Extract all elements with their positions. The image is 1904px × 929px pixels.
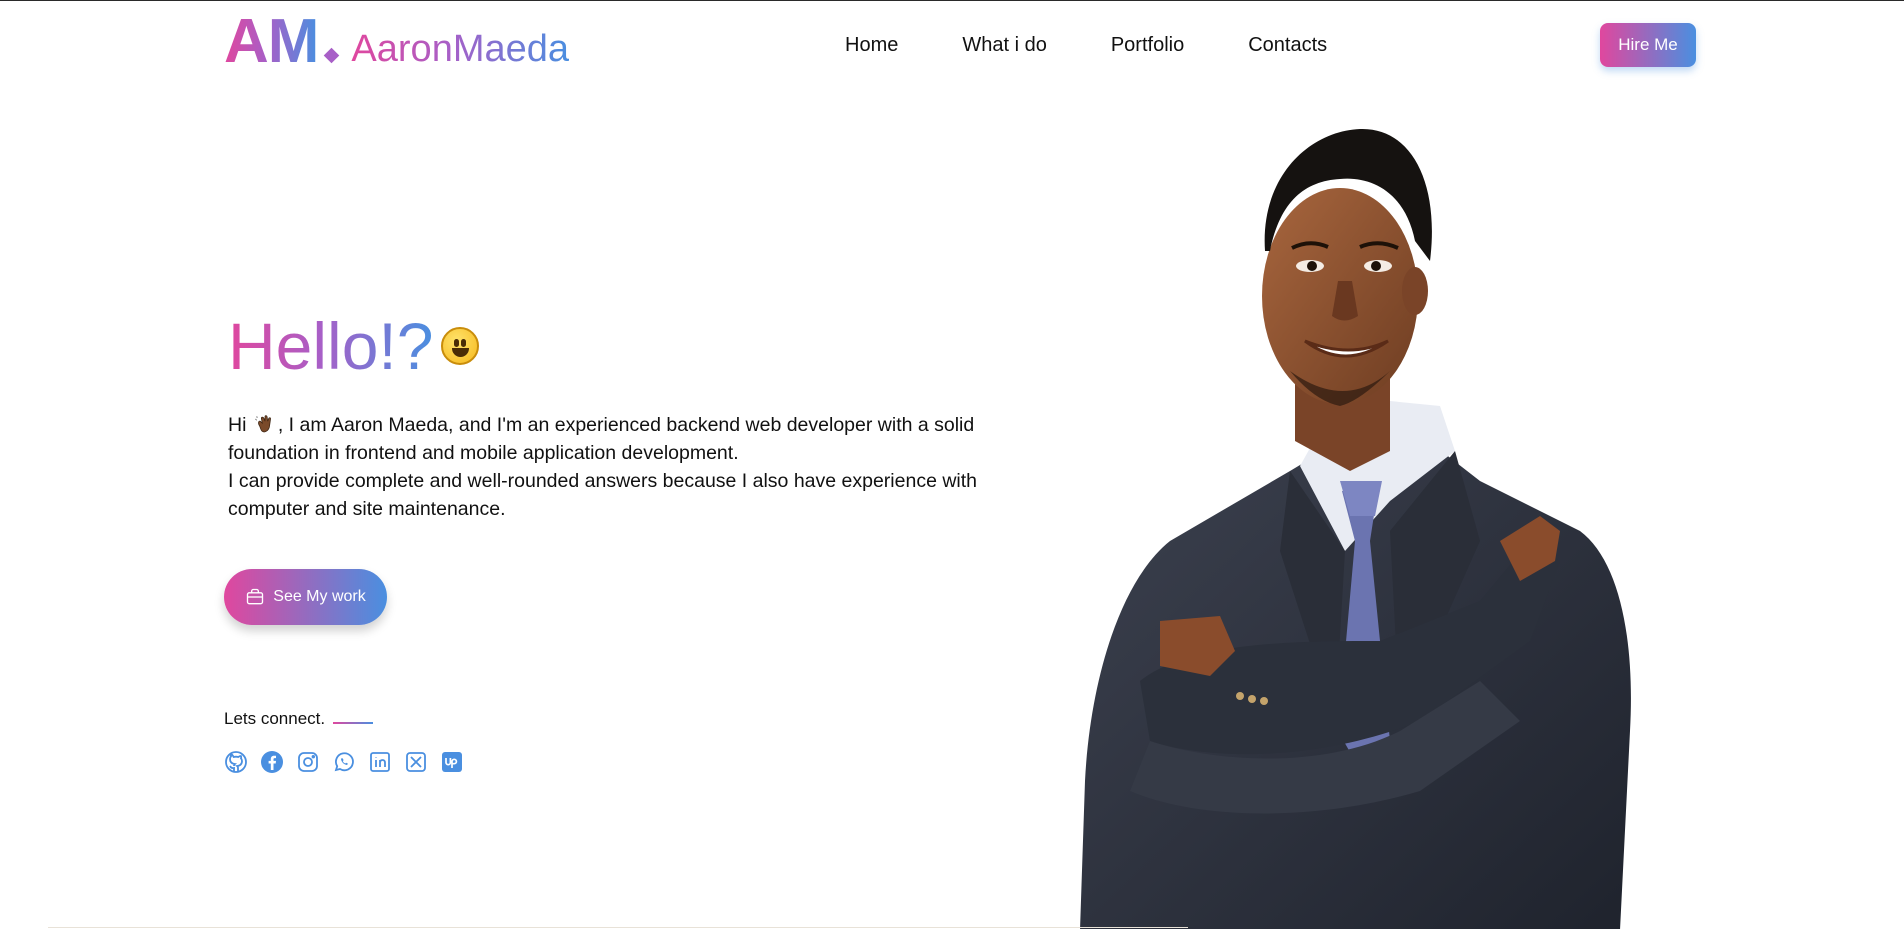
see-my-work-button[interactable]: See My work: [224, 569, 387, 625]
see-my-work-label: See My work: [273, 588, 366, 605]
hero-greeting: Hello!?: [228, 306, 480, 386]
x-icon[interactable]: [404, 750, 428, 774]
brand-mark: AM: [224, 7, 319, 76]
brand-logo[interactable]: AM AaronMaeda: [224, 11, 569, 73]
whatsapp-icon[interactable]: [332, 750, 356, 774]
nav-what-i-do[interactable]: What i do: [962, 34, 1046, 57]
instagram-icon[interactable]: [296, 750, 320, 774]
nav-contacts[interactable]: Contacts: [1248, 34, 1327, 57]
grinning-face-icon: [441, 327, 480, 365]
brand-diamond-icon: [324, 47, 340, 64]
intro-hi: Hi: [228, 414, 252, 436]
intro-paragraph-2: I can provide complete and well-rounded …: [228, 470, 978, 520]
intro-paragraph-1: Hi , I am Aaron Maeda, and I'm an experi…: [228, 411, 1018, 467]
bottom-divider: [48, 927, 1188, 928]
brand-name: AaronMaeda: [351, 28, 570, 70]
linkedin-icon[interactable]: [368, 750, 392, 774]
connect-underline: [333, 722, 374, 724]
intro-text-1: , I am Aaron Maeda, and I'm an experienc…: [228, 414, 975, 464]
social-links: [224, 750, 464, 774]
profile-portrait: [1080, 128, 1631, 929]
github-icon[interactable]: [224, 750, 248, 774]
hero-intro: Hi , I am Aaron Maeda, and I'm an experi…: [228, 411, 1018, 523]
hire-me-button[interactable]: Hire Me: [1600, 23, 1696, 67]
nav-home[interactable]: Home: [845, 34, 898, 57]
lets-connect-label: Lets connect.: [224, 709, 326, 728]
nav-portfolio[interactable]: Portfolio: [1111, 34, 1184, 57]
waving-hand-icon: [254, 415, 271, 433]
briefcase-icon: [247, 588, 264, 605]
greeting-text: Hello!?: [228, 306, 433, 386]
landing-page: AM AaronMaeda Home What i do Portfolio C…: [0, 0, 1904, 929]
facebook-icon[interactable]: [260, 750, 284, 774]
upwork-icon[interactable]: [440, 750, 464, 774]
lets-connect: Lets connect.: [224, 709, 374, 729]
main-nav: Home What i do Portfolio Contacts: [845, 34, 1327, 57]
